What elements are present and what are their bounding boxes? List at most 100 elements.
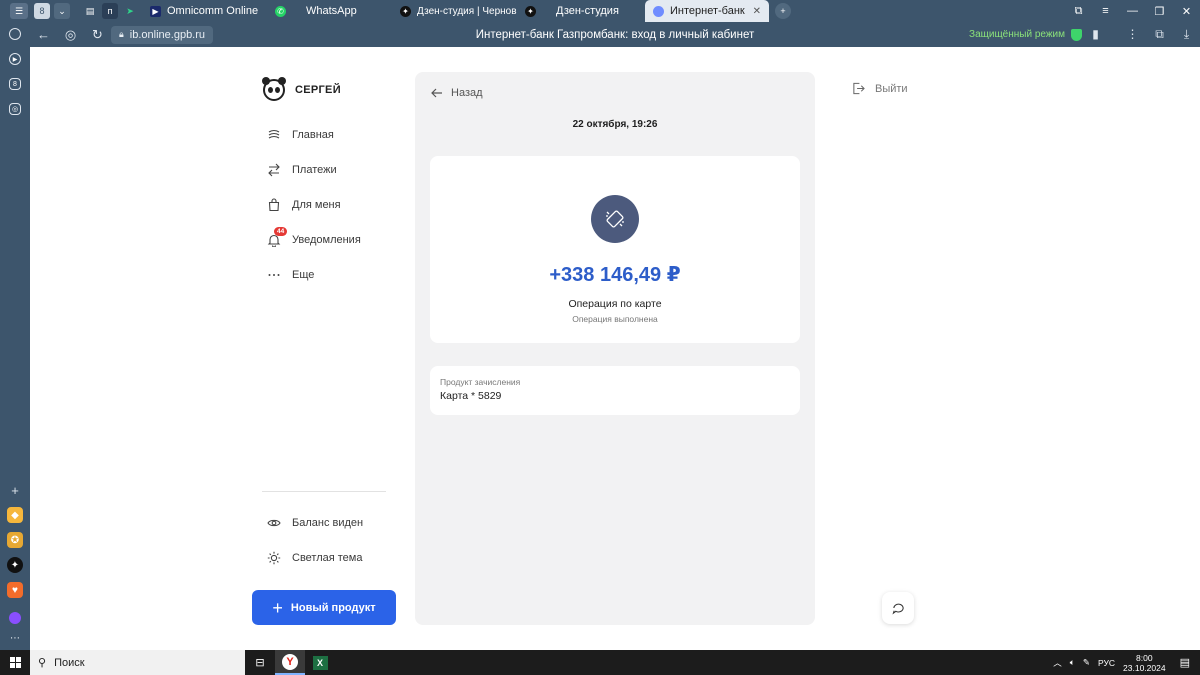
logout-icon [853, 82, 865, 95]
bag-icon [268, 198, 280, 212]
language-label[interactable]: РУС [1098, 658, 1115, 668]
tab-dzen-draft[interactable]: ✦ Дзен-студия | Черновик [392, 0, 517, 22]
tab-omnicomm[interactable]: ▶ Omnicomm Online [142, 0, 267, 22]
operation-datetime: 22 октября, 19:26 [572, 119, 658, 130]
bookmark-icon[interactable]: ▮ [1082, 27, 1109, 42]
clock[interactable]: 8:00 23.10.2024 [1123, 653, 1166, 673]
theme-toggle[interactable]: Светлая тема [267, 551, 362, 565]
sidebar-item-more[interactable]: Еще [267, 268, 314, 282]
translate-icon[interactable]: ⧉ [1146, 27, 1173, 42]
chat-icon [891, 603, 904, 614]
close-window-icon[interactable]: ✕ [1173, 5, 1200, 18]
screenshot-icon[interactable]: ◎ [9, 103, 21, 115]
volume-icon[interactable]: 🔈︎ [1070, 657, 1075, 668]
language-icon[interactable]: ✎ [1083, 657, 1090, 668]
pinned-tab-doc-icon[interactable]: ▤ [82, 3, 98, 19]
reload-icon[interactable]: ↻ [84, 27, 111, 43]
task-view-icon[interactable]: ⊟ [245, 650, 275, 675]
chat-button[interactable] [882, 592, 914, 624]
card-operation-icon [591, 195, 639, 243]
downloads-icon[interactable]: ⤓ [1173, 27, 1200, 42]
user-profile[interactable]: СЕРГЕЙ [262, 77, 341, 101]
tab-label: Дзен-студия | Черновик [417, 5, 517, 17]
browser-sidebar: ▶ 8 ◎ + ◆ ✪ ✦ ♥ ⋯ [0, 22, 30, 650]
sidebar-item-label: Платежи [292, 164, 337, 176]
close-tab-icon[interactable]: ✕ [753, 6, 761, 17]
balance-visible-toggle[interactable]: Баланс виден [267, 516, 363, 530]
app-alice-icon[interactable] [9, 612, 21, 624]
balance-visible-label: Баланс виден [292, 517, 364, 529]
pinned-tab-p-icon[interactable]: п [102, 3, 118, 19]
tab-label: Omnicomm Online [167, 5, 259, 17]
new-tab-icon[interactable]: + [775, 3, 791, 19]
taskbar-search[interactable]: ⚲ Поиск [30, 650, 245, 675]
more-icon[interactable]: ⋮ [1119, 27, 1146, 42]
lock-icon: 🔒︎ [119, 29, 124, 39]
sidebar-item-label: Главная [292, 129, 334, 141]
more-icon [268, 274, 280, 276]
window-controls: ⧉ ≡ — ❐ ✕ [1065, 0, 1200, 22]
tab-label: Дзен-студия [556, 5, 619, 17]
secure-mode[interactable]: Защищённый режим [969, 28, 1082, 41]
tray-arrow-icon[interactable]: ︿ [1053, 657, 1062, 669]
search-icon: ⚲ [38, 657, 47, 669]
sidebar-item-home[interactable]: Главная [267, 128, 334, 142]
notifications-badge: 44 [274, 227, 288, 236]
shield-protect-icon[interactable]: ◎ [57, 27, 84, 43]
back-nav-icon[interactable]: ← [30, 27, 57, 42]
shield-icon [1071, 28, 1082, 41]
gazprombank-icon [653, 5, 664, 17]
app-dzen-icon[interactable]: ✦ [7, 557, 23, 573]
app-yellow-icon[interactable]: ◆ [7, 507, 23, 523]
sun-icon [267, 551, 281, 565]
alice-icon[interactable]: 8 [9, 78, 21, 90]
theme-label: Светлая тема [292, 552, 363, 564]
minimize-icon[interactable]: — [1119, 5, 1146, 17]
search-label: Поиск [54, 656, 85, 669]
app-market-icon[interactable]: ♥ [7, 582, 23, 598]
windows-start-icon[interactable] [0, 657, 30, 668]
tabs-dropdown-icon[interactable]: ⌄ [54, 3, 70, 19]
new-product-label: Новый продукт [290, 601, 376, 614]
sidebar-item-for-me[interactable]: Для меня [267, 198, 341, 212]
excel-icon[interactable]: X [305, 650, 335, 675]
tab-whatsapp[interactable]: ✆ WhatsApp [267, 0, 392, 22]
restore-icon[interactable]: ❐ [1146, 5, 1173, 18]
yandex-browser-icon[interactable]: Y [275, 650, 305, 675]
sidebar-item-label: Для меня [292, 199, 341, 211]
yandex-logo-icon[interactable]: 8 [34, 3, 50, 19]
arrow-left-icon [431, 88, 442, 98]
operation-title: Операция по карте [568, 298, 662, 310]
url-text: ib.online.gpb.ru [129, 28, 206, 41]
app-game-icon[interactable]: ✪ [7, 532, 23, 548]
product-card[interactable]: Продукт зачисления Карта * 5829 [430, 366, 800, 415]
logout-button[interactable]: Выйти [852, 82, 908, 95]
pinned-tab-send-icon[interactable]: ➤ [122, 3, 138, 19]
more-panels-icon[interactable]: ⋯ [7, 630, 23, 646]
play-icon[interactable]: ▶ [9, 53, 21, 65]
secure-mode-label: Защищённый режим [969, 29, 1065, 40]
dzen-icon: ✦ [525, 5, 536, 17]
collections-icon[interactable]: ⧉ [1065, 5, 1092, 18]
history-icon[interactable] [9, 28, 21, 40]
sidebar-item-notifications[interactable]: 44 Уведомления [267, 227, 361, 248]
notification-center-icon[interactable]: ▤ [1180, 656, 1190, 669]
sidebar-item-payments[interactable]: Платежи [267, 163, 337, 177]
address-bar-actions: ▮ ⋮ ⧉ ⤓ [1082, 27, 1200, 42]
new-product-button[interactable]: + Новый продукт [252, 590, 396, 625]
url-field[interactable]: 🔒︎ ib.online.gpb.ru [111, 25, 214, 44]
tab-label: Интернет-банк Газпр [670, 5, 747, 17]
panda-avatar [262, 77, 286, 101]
tab-gazprombank[interactable]: Интернет-банк Газпр ✕ [645, 0, 769, 22]
taskbar: ⚲ Поиск ⊟ Y X ︿ 🔈︎ ✎ РУС 8:00 23.10.2024… [0, 650, 1200, 675]
tab-dzen-studio[interactable]: ✦ Дзен-студия [517, 0, 639, 22]
browser-menu-icon[interactable]: ☰ [10, 3, 28, 19]
back-button[interactable]: Назад [431, 87, 483, 99]
menu-icon[interactable]: ≡ [1092, 5, 1119, 17]
bank-page: СЕРГЕЙ Главная Платежи Для меня 44 Уведо… [30, 47, 1200, 650]
add-panel-icon[interactable]: + [7, 482, 23, 498]
operation-amount: +338 146,49 ₽ [549, 264, 681, 286]
omnicomm-icon: ▶ [150, 5, 161, 17]
sidebar-item-label: Еще [292, 269, 315, 281]
clock-time: 8:00 [1136, 652, 1153, 663]
